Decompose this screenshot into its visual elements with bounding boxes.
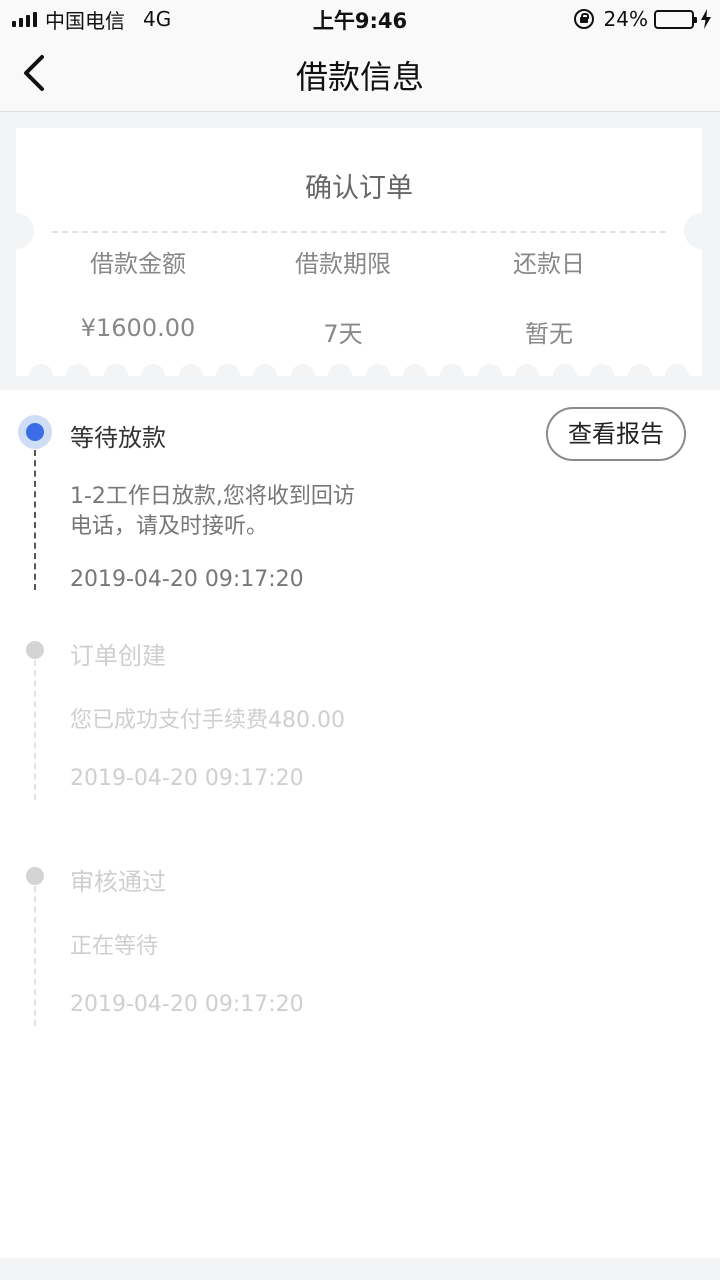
active-step-dot-icon [18, 415, 52, 449]
bottom-strip [0, 1258, 720, 1280]
status-right: 24% [573, 6, 712, 32]
timeline-connector [34, 886, 36, 1026]
ticket-title: 确认订单 [305, 173, 413, 204]
step-timestamp: 2019-04-20 09:17:20 [70, 992, 304, 1017]
repayment-date-value: 暂无 [525, 320, 573, 348]
timeline-connector [34, 450, 36, 590]
step-title: 审核通过 [70, 868, 166, 896]
ticket-divider [52, 231, 666, 233]
step-description-line: 1-2工作日放款,您将收到回访 [70, 484, 355, 509]
loan-amount-value: ¥1600.00 [80, 314, 196, 342]
loan-term-label: 借款期限 [295, 250, 391, 278]
battery-percent: 24% [603, 7, 648, 31]
page-title: 借款信息 [295, 58, 424, 96]
battery-icon [654, 9, 697, 29]
inactive-step-dot-icon [26, 867, 44, 885]
ticket-notch-right [684, 213, 720, 249]
inactive-step-dot-icon [26, 641, 44, 659]
step-timestamp: 2019-04-20 09:17:20 [70, 766, 304, 791]
step-description-line: 电话，请及时接听。 [70, 514, 269, 539]
charging-bolt-icon [701, 9, 711, 29]
ticket-scallop-edge [16, 364, 702, 388]
rotation-lock-icon [573, 9, 594, 29]
step-description: 正在等待 [70, 934, 159, 959]
timeline-connector [34, 660, 36, 800]
loan-term-value: 7天 [323, 320, 363, 348]
step-description: 1-2工作日放款,您将收到回访 电话，请及时接听。 [70, 482, 410, 542]
step-timestamp: 2019-04-20 09:17:20 [70, 567, 304, 592]
repayment-date-label: 还款日 [513, 250, 585, 278]
order-summary-area: 确认订单 借款金额 ¥1600.00 借款期限 7天 还款日 暂无 [0, 112, 720, 390]
step-title: 等待放款 [70, 424, 166, 452]
nav-bar: 借款信息 [0, 38, 720, 112]
order-ticket-card: 确认订单 借款金额 ¥1600.00 借款期限 7天 还款日 暂无 [0, 128, 720, 388]
step-description: 您已成功支付手续费480.00 [70, 708, 345, 733]
loan-amount-label: 借款金额 [90, 250, 186, 278]
step-title: 订单创建 [70, 642, 166, 670]
status-bar: 中国电信 4G 上午9:46 24% [0, 0, 720, 38]
view-report-button[interactable]: 查看报告 [546, 407, 686, 461]
